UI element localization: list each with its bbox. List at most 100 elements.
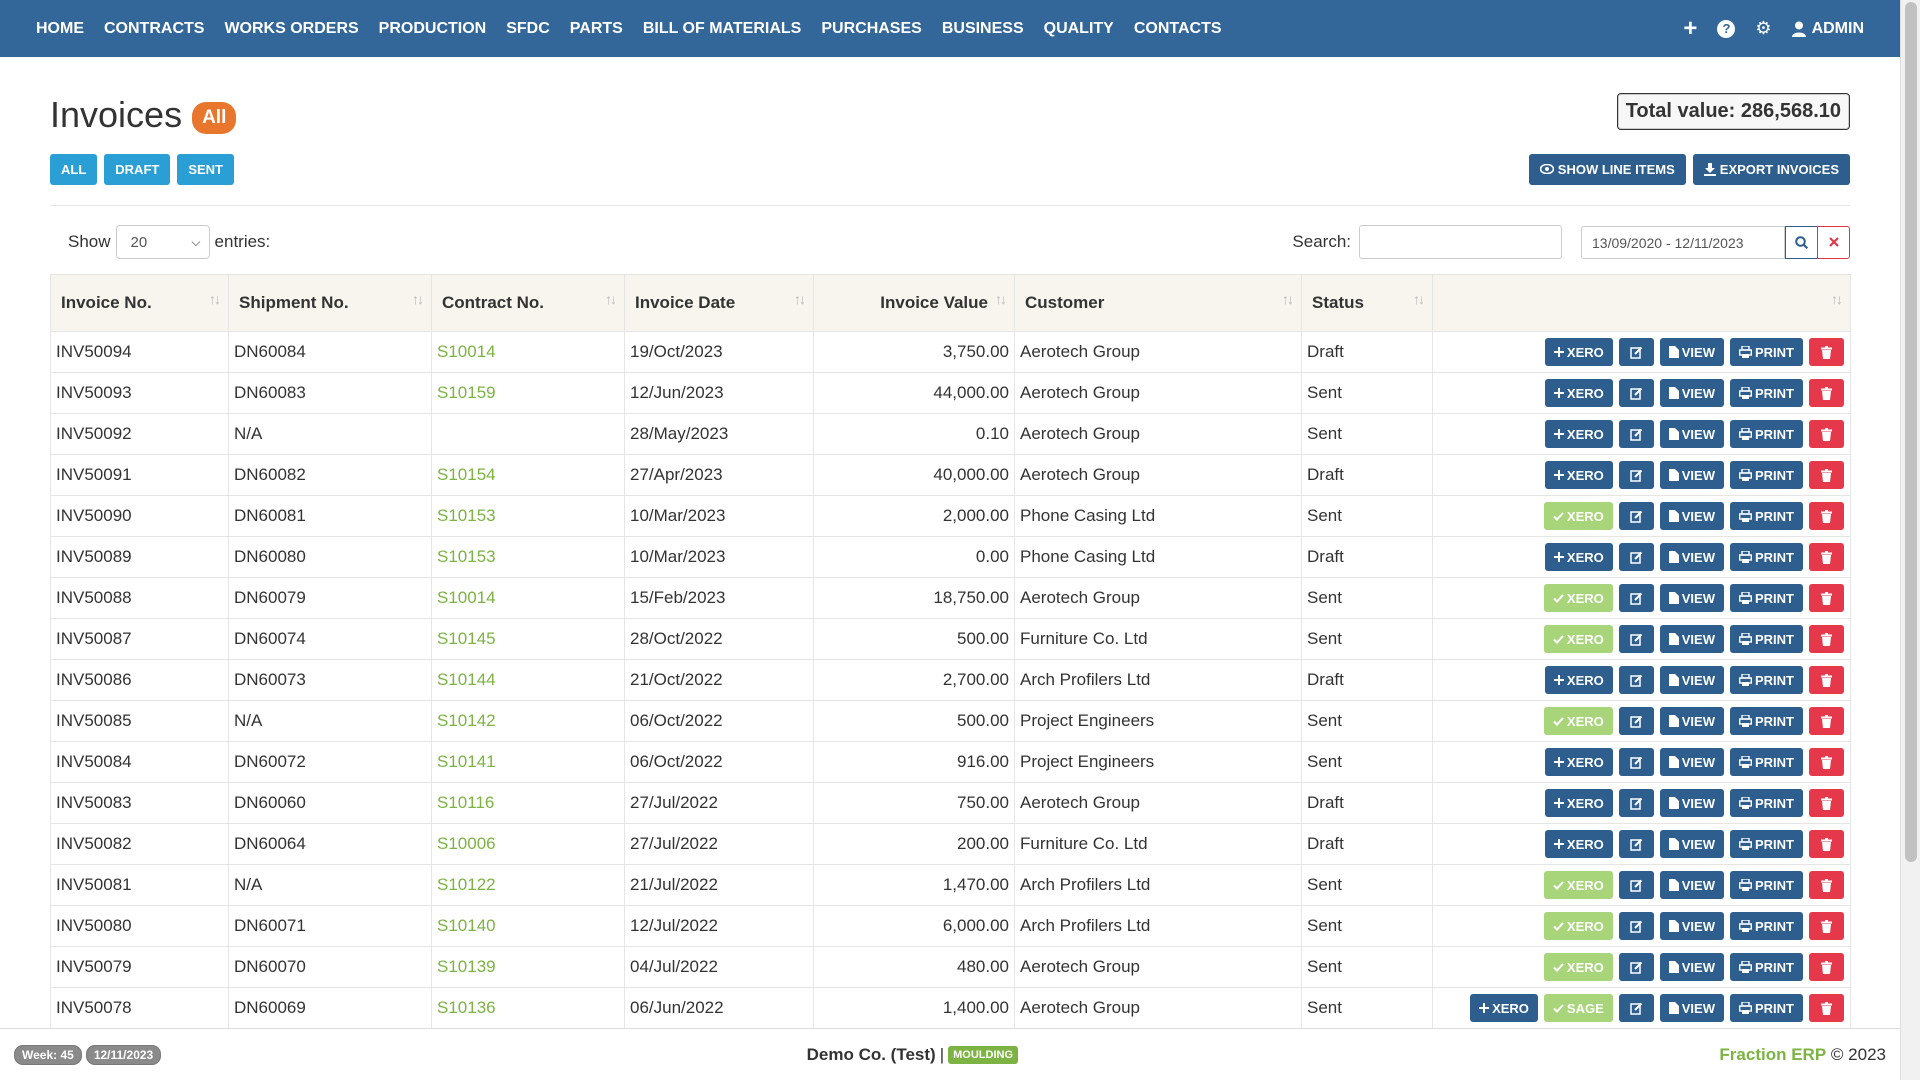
nav-parts[interactable]: PARTS [570,20,623,38]
nav-production[interactable]: PRODUCTION [379,20,487,38]
xero-button[interactable]: XERO [1544,830,1613,858]
print-button[interactable]: PRINT [1730,912,1803,940]
show-line-items-button[interactable]: SHOW LINE ITEMS [1528,153,1686,185]
view-button[interactable]: VIEW [1659,379,1724,407]
nav-works-orders[interactable]: WORKS ORDERS [224,20,358,38]
view-button[interactable]: VIEW [1659,994,1724,1022]
print-button[interactable]: PRINT [1730,871,1803,899]
contract-link[interactable]: S10142 [431,700,625,742]
edit-button[interactable] [1618,420,1654,448]
edit-button[interactable] [1618,584,1654,612]
nav-bill-of-materials[interactable]: BILL OF MATERIALS [643,20,802,38]
print-button[interactable]: PRINT [1730,502,1803,530]
col-invoice-no[interactable]: Invoice No. ↑↓ [50,274,229,332]
delete-button[interactable] [1809,789,1844,817]
date-search-button[interactable] [1785,225,1818,259]
contract-link[interactable]: S10122 [431,864,625,906]
print-button[interactable]: PRINT [1730,830,1803,858]
contract-link[interactable]: S10141 [431,741,625,783]
contract-link[interactable]: S10144 [431,659,625,701]
contract-link[interactable]: S10006 [431,823,625,865]
nav-home[interactable]: HOME [36,20,84,38]
contract-link[interactable] [431,413,625,455]
delete-button[interactable] [1809,461,1844,489]
edit-button[interactable] [1618,543,1654,571]
filter-draft-button[interactable]: DRAFT [104,153,171,185]
plus-icon[interactable]: + [1683,15,1697,43]
view-button[interactable]: VIEW [1659,584,1724,612]
edit-button[interactable] [1618,461,1654,489]
col-customer[interactable]: Customer ↑↓ [1014,274,1302,332]
delete-button[interactable] [1809,379,1844,407]
nav-business[interactable]: BUSINESS [942,20,1024,38]
edit-button[interactable] [1618,707,1654,735]
contract-link[interactable]: S10140 [431,905,625,947]
col-status[interactable]: Status ↑↓ [1301,274,1433,332]
nav-contracts[interactable]: CONTRACTS [104,20,204,38]
print-button[interactable]: PRINT [1730,625,1803,653]
edit-button[interactable] [1618,379,1654,407]
print-button[interactable]: PRINT [1730,748,1803,776]
xero-button[interactable]: XERO [1544,420,1613,448]
date-range-input[interactable]: 13/09/2020 - 12/11/2023 [1581,225,1785,259]
nav-quality[interactable]: QUALITY [1044,20,1114,38]
brand-name[interactable]: Fraction ERP [1719,1045,1826,1064]
filter-all-button[interactable]: ALL [50,153,98,185]
contract-link[interactable]: S10136 [431,987,625,1029]
view-button[interactable]: VIEW [1659,338,1724,366]
xero-button[interactable]: XERO [1544,748,1613,776]
delete-button[interactable] [1809,912,1844,940]
page-size-select[interactable]: 20 ⌵ [115,225,210,259]
view-button[interactable]: VIEW [1659,912,1724,940]
contract-link[interactable]: S10153 [431,495,625,537]
delete-button[interactable] [1809,994,1844,1022]
delete-button[interactable] [1809,707,1844,735]
contract-link[interactable]: S10154 [431,454,625,496]
edit-button[interactable] [1618,830,1654,858]
edit-button[interactable] [1618,912,1654,940]
contract-link[interactable]: S10159 [431,372,625,414]
delete-button[interactable] [1809,666,1844,694]
view-button[interactable]: VIEW [1659,666,1724,694]
xero-button[interactable]: XERO [1544,666,1613,694]
delete-button[interactable] [1809,830,1844,858]
edit-button[interactable] [1618,502,1654,530]
edit-button[interactable] [1618,953,1654,981]
contract-link[interactable]: S10014 [431,331,625,373]
col-invoice-date[interactable]: Invoice Date ↑↓ [624,274,814,332]
delete-button[interactable] [1809,543,1844,571]
delete-button[interactable] [1809,871,1844,899]
print-button[interactable]: PRINT [1730,666,1803,694]
view-button[interactable]: VIEW [1659,748,1724,776]
nav-sfdc[interactable]: SFDC [506,20,550,38]
edit-button[interactable] [1618,666,1654,694]
xero-synced-button[interactable]: XERO [1543,502,1613,530]
xero-button[interactable]: XERO [1544,379,1613,407]
xero-button[interactable]: XERO [1544,461,1613,489]
col-contract-no[interactable]: Contract No. ↑↓ [431,274,625,332]
sage-synced-button[interactable]: SAGE [1543,994,1613,1022]
edit-button[interactable] [1618,994,1654,1022]
search-input[interactable] [1359,225,1562,259]
view-button[interactable]: VIEW [1659,461,1724,489]
view-button[interactable]: VIEW [1659,789,1724,817]
delete-button[interactable] [1809,420,1844,448]
print-button[interactable]: PRINT [1730,707,1803,735]
xero-button[interactable]: XERO [1470,994,1538,1022]
help-icon[interactable]: ? [1717,19,1736,38]
print-button[interactable]: PRINT [1730,338,1803,366]
delete-button[interactable] [1809,748,1844,776]
edit-button[interactable] [1618,789,1654,817]
contract-link[interactable]: S10153 [431,536,625,578]
view-button[interactable]: VIEW [1659,502,1724,530]
delete-button[interactable] [1809,502,1844,530]
view-button[interactable]: VIEW [1659,871,1724,899]
print-button[interactable]: PRINT [1730,543,1803,571]
filter-sent-button[interactable]: SENT [177,153,234,185]
col-actions[interactable]: ↑↓ [1432,274,1851,332]
scrollbar-thumb[interactable] [1905,2,1917,862]
delete-button[interactable] [1809,584,1844,612]
view-button[interactable]: VIEW [1659,543,1724,571]
xero-synced-button[interactable]: XERO [1543,953,1613,981]
edit-button[interactable] [1618,338,1654,366]
